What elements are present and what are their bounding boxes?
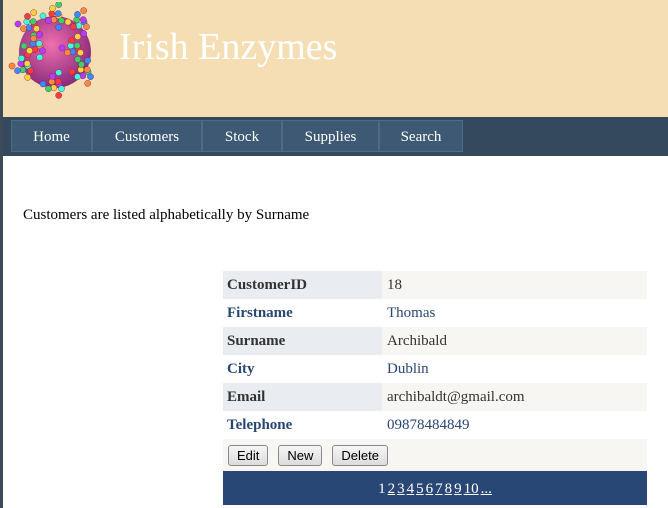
nav-customers[interactable]: Customers xyxy=(92,120,202,152)
nav-supplies[interactable]: Supplies xyxy=(282,120,379,152)
pager-link[interactable]: 10 xyxy=(464,481,479,497)
nav-stock[interactable]: Stock xyxy=(202,120,282,152)
field-label: Email xyxy=(223,383,382,411)
pager-link[interactable]: 8 xyxy=(445,481,453,497)
pager: 1 2 3 4 5 6 7 8 9 10... xyxy=(223,471,647,505)
field-label: CustomerID xyxy=(223,271,382,299)
pager-current-page: 1 xyxy=(378,481,386,497)
pager-link[interactable]: 2 xyxy=(388,481,396,497)
field-value: archibaldt@gmail.com xyxy=(382,383,647,411)
field-row-email: Email archibaldt@gmail.com xyxy=(223,383,647,411)
field-label: City xyxy=(223,355,382,383)
field-value: 18 xyxy=(382,271,647,299)
delete-button[interactable]: Delete xyxy=(332,444,388,466)
pager-more-link[interactable]: ... xyxy=(481,481,492,497)
pager-link[interactable]: 7 xyxy=(435,481,443,497)
pager-link[interactable]: 5 xyxy=(416,481,424,497)
field-row-firstname: Firstname Thomas xyxy=(223,299,647,327)
field-value: Archibald xyxy=(382,327,647,355)
field-value: 09878484849 xyxy=(382,411,647,439)
field-row-customerid: CustomerID 18 xyxy=(223,271,647,299)
new-button[interactable]: New xyxy=(278,444,323,466)
field-label: Surname xyxy=(223,327,382,355)
pager-link[interactable]: 4 xyxy=(407,481,415,497)
main-nav: Home Customers Stock Supplies Search xyxy=(3,117,668,156)
pager-link[interactable]: 9 xyxy=(454,481,462,497)
customer-details-view: CustomerID 18 Firstname Thomas Surname A… xyxy=(223,271,647,505)
pager-link[interactable]: 6 xyxy=(426,481,434,497)
field-row-city: City Dublin xyxy=(223,355,647,383)
molecule-sphere-icon xyxy=(8,2,94,99)
site-title: Irish Enzymes xyxy=(119,26,338,68)
edit-button[interactable]: Edit xyxy=(228,444,269,466)
field-label: Firstname xyxy=(223,299,382,327)
field-row-surname: Surname Archibald xyxy=(223,327,647,355)
nav-search[interactable]: Search xyxy=(379,120,463,152)
intro-text: Customers are listed alphabetically by S… xyxy=(23,207,310,223)
nav-home[interactable]: Home xyxy=(11,120,92,152)
record-actions: Edit New Delete xyxy=(223,439,647,471)
field-value: Thomas xyxy=(382,299,647,327)
field-row-telephone: Telephone 09878484849 xyxy=(223,411,647,439)
field-label: Telephone xyxy=(223,411,382,439)
pager-link[interactable]: 3 xyxy=(397,481,405,497)
field-value: Dublin xyxy=(382,355,647,383)
site-header: Irish Enzymes xyxy=(3,0,668,117)
